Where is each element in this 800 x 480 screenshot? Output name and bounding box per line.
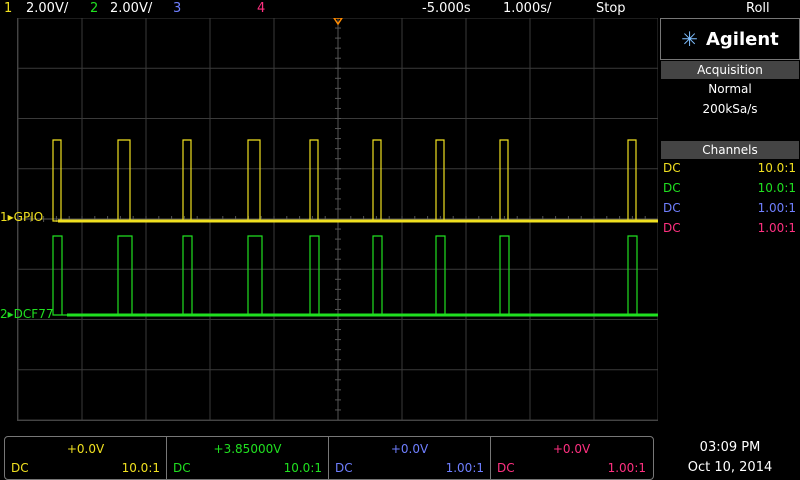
agilent-spark-icon: ✳ xyxy=(681,27,698,51)
channels-header[interactable]: Channels xyxy=(661,141,799,159)
probe: 10.0:1 xyxy=(283,461,322,475)
ch1-gpio-trace xyxy=(52,139,658,222)
offset: +3.85000V xyxy=(213,442,282,456)
horizontal-delay[interactable]: -5.000s xyxy=(422,1,471,16)
ch1-settings[interactable]: +0.0V DC 10.0:1 xyxy=(5,437,167,479)
channel-settings-bar: +0.0V DC 10.0:1 +3.85000V DC 10.0:1 +0.0… xyxy=(4,436,654,480)
marker-number: 2 xyxy=(0,307,8,321)
ch1-ground-marker[interactable]: 1▸GPIO xyxy=(0,210,43,224)
offset: +0.0V xyxy=(66,442,105,456)
coupling: DC xyxy=(663,181,681,195)
ch3-settings[interactable]: +0.0V DC 1.00:1 xyxy=(329,437,491,479)
probe: 1.00:1 xyxy=(757,201,796,215)
ch2-scale[interactable]: 2.00V/ xyxy=(110,1,152,16)
channel-row-4[interactable]: DC 1.00:1 xyxy=(663,221,796,239)
coupling: DC xyxy=(663,201,681,215)
marker-number: 1 xyxy=(0,210,8,224)
coupling: DC xyxy=(663,161,681,175)
clock: 03:09 PM Oct 10, 2014 xyxy=(660,438,800,478)
status-bar: 1 2.00V/ 2 2.00V/ 3 4 -5.000s 1.000s/ St… xyxy=(0,0,800,18)
waveform-display[interactable] xyxy=(17,18,658,421)
channel-row-1[interactable]: DC 10.0:1 xyxy=(663,161,796,179)
ch4-number[interactable]: 4 xyxy=(257,1,265,16)
channel-row-3[interactable]: DC 1.00:1 xyxy=(663,201,796,219)
probe: 10.0:1 xyxy=(757,181,796,195)
ch2-dcf77-trace xyxy=(52,235,658,316)
marker-label: DCF77 xyxy=(13,307,54,321)
probe: 1.00:1 xyxy=(445,461,484,475)
timebase[interactable]: 1.000s/ xyxy=(503,1,551,16)
acquisition-mode: Normal xyxy=(708,82,752,96)
probe: 10.0:1 xyxy=(121,461,160,475)
date: Oct 10, 2014 xyxy=(687,460,773,475)
probe: 1.00:1 xyxy=(607,461,646,475)
probe: 1.00:1 xyxy=(757,221,796,235)
ch4-settings[interactable]: +0.0V DC 1.00:1 xyxy=(491,437,652,479)
run-state[interactable]: Stop xyxy=(596,1,626,16)
ch1-scale[interactable]: 2.00V/ xyxy=(26,1,68,16)
ch2-number[interactable]: 2 xyxy=(90,1,98,16)
ch1-number[interactable]: 1 xyxy=(4,1,12,16)
brand-name: Agilent xyxy=(705,28,779,50)
ch2-settings[interactable]: +3.85000V DC 10.0:1 xyxy=(167,437,329,479)
offset: +0.0V xyxy=(552,442,591,456)
brand-panel: ✳ Agilent xyxy=(660,18,800,60)
marker-label: GPIO xyxy=(13,210,44,224)
time: 03:09 PM xyxy=(699,440,761,455)
ch2-ground-marker[interactable]: 2▸DCF77 xyxy=(0,307,53,321)
probe: 10.0:1 xyxy=(757,161,796,175)
channel-row-2[interactable]: DC 10.0:1 xyxy=(663,181,796,199)
mode[interactable]: Roll xyxy=(746,1,770,16)
coupling: DC xyxy=(497,461,515,475)
coupling: DC xyxy=(173,461,191,475)
offset: +0.0V xyxy=(390,442,429,456)
coupling: DC xyxy=(335,461,353,475)
acquisition-header[interactable]: Acquisition xyxy=(661,61,799,79)
sample-rate: 200kSa/s xyxy=(702,102,758,116)
ch3-number[interactable]: 3 xyxy=(173,1,181,16)
coupling: DC xyxy=(11,461,29,475)
coupling: DC xyxy=(663,221,681,235)
